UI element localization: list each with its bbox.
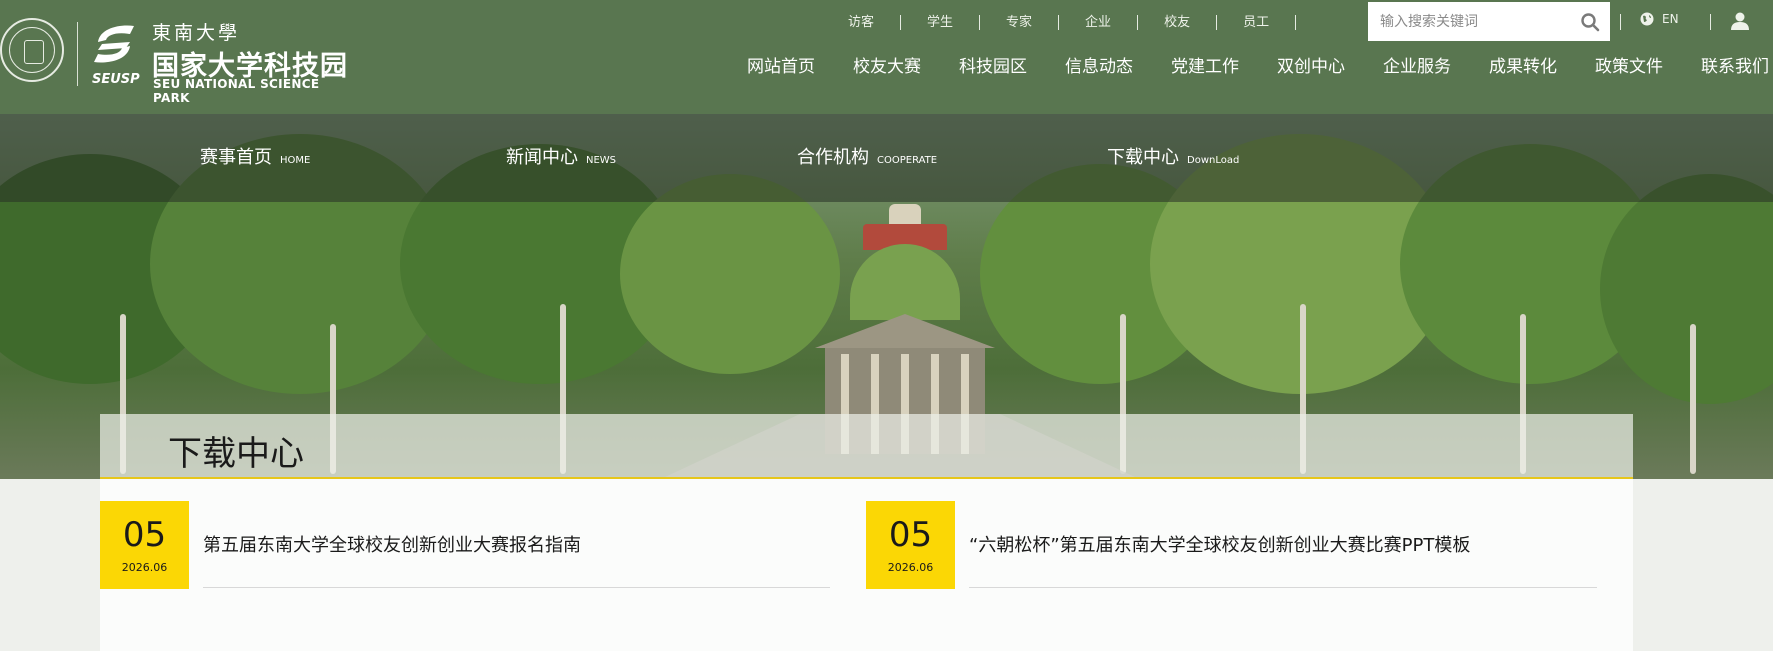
divider — [1710, 14, 1711, 30]
contest-sub-nav: 赛事首页 HOME 新闻中心 NEWS 合作机构 COOPERATE 下载中心 … — [0, 114, 1773, 202]
nav-item-home[interactable]: 网站首页 — [747, 52, 815, 77]
user-icon[interactable] — [1730, 11, 1750, 31]
nav-item-tech-transfer[interactable]: 成果转化 — [1489, 52, 1557, 77]
seusp-mark-icon — [94, 25, 134, 63]
article-title-link[interactable]: “六朝松杯”第五届东南大学全球校友创新创业大赛比赛PPT模板 — [969, 531, 1470, 557]
date-year-month: 2026.06 — [121, 561, 168, 574]
divider — [969, 587, 1597, 588]
sub-nav-label-en: DownLoad — [1187, 155, 1240, 166]
divider — [1620, 14, 1621, 30]
utility-link-student[interactable]: 学生 — [901, 14, 981, 30]
date-day: 05 — [888, 515, 933, 555]
sub-nav-download[interactable]: 下载中心 DownLoad — [1107, 143, 1239, 169]
language-label: EN — [1662, 12, 1679, 26]
site-logo[interactable]: SEUSP 東南大學 国家大学科技园 SEU NATIONAL SCIENCE … — [0, 14, 360, 105]
site-header: SEUSP 東南大學 国家大学科技园 SEU NATIONAL SCIENCE … — [0, 0, 1773, 114]
date-badge: 05 2026.06 — [866, 501, 955, 589]
nav-item-alumni-contest[interactable]: 校友大赛 — [853, 52, 921, 77]
main-nav: 网站首页 校友大赛 科技园区 信息动态 党建工作 双创中心 企业服务 成果转化 … — [709, 52, 1769, 77]
nav-item-science-park[interactable]: 科技园区 — [959, 52, 1027, 77]
list-item[interactable]: 05 2026.06 第五届东南大学全球校友创新创业大赛报名指南 — [100, 501, 830, 589]
sub-nav-label-en: NEWS — [586, 155, 617, 166]
page-title-bar: 下载中心 — [100, 414, 1633, 479]
nav-item-policy-docs[interactable]: 政策文件 — [1595, 52, 1663, 77]
nav-item-party-work[interactable]: 党建工作 — [1171, 52, 1239, 77]
sub-nav-label: 赛事首页 — [200, 147, 272, 168]
language-switch[interactable]: EN — [1640, 12, 1679, 26]
utility-links: 访客 学生 专家 企业 校友 员工 — [818, 14, 1297, 30]
park-name-en: SEU NATIONAL SCIENCE PARK — [153, 77, 320, 105]
download-list: 05 2026.06 第五届东南大学全球校友创新创业大赛报名指南 05 2026… — [100, 479, 1633, 651]
nav-item-news[interactable]: 信息动态 — [1065, 52, 1133, 77]
article-title-link[interactable]: 第五届东南大学全球校友创新创业大赛报名指南 — [203, 531, 581, 557]
utility-link-visitor[interactable]: 访客 — [818, 14, 902, 30]
list-item[interactable]: 05 2026.06 “六朝松杯”第五届东南大学全球校友创新创业大赛比赛PPT模… — [866, 501, 1597, 589]
nav-item-contact[interactable]: 联系我们 — [1701, 52, 1769, 77]
nav-item-innovation-center[interactable]: 双创中心 — [1277, 52, 1345, 77]
divider — [203, 587, 830, 588]
utility-link-enterprise[interactable]: 企业 — [1059, 14, 1139, 30]
seusp-label: SEUSP — [92, 72, 140, 87]
nav-item-enterprise-services[interactable]: 企业服务 — [1383, 52, 1451, 77]
utility-link-expert[interactable]: 专家 — [980, 14, 1060, 30]
sub-nav-home[interactable]: 赛事首页 HOME — [200, 143, 310, 169]
sub-nav-cooperate[interactable]: 合作机构 COOPERATE — [797, 143, 937, 169]
university-seal-icon — [0, 18, 64, 82]
date-year-month: 2026.06 — [887, 561, 934, 574]
sub-nav-label: 合作机构 — [797, 147, 869, 168]
logo-divider — [77, 22, 78, 86]
school-name: 東南大學 — [152, 22, 241, 44]
banner-trunk — [1690, 324, 1696, 474]
sub-nav-label-en: COOPERATE — [877, 155, 938, 166]
sub-nav-label-en: HOME — [280, 155, 311, 166]
search-box — [1368, 2, 1610, 41]
search-input[interactable] — [1380, 10, 1570, 34]
page-title: 下载中心 — [168, 434, 304, 474]
sub-nav-label: 下载中心 — [1107, 147, 1179, 168]
date-day: 05 — [122, 515, 167, 555]
sub-nav-news[interactable]: 新闻中心 NEWS — [506, 143, 616, 169]
sub-nav-label: 新闻中心 — [506, 147, 578, 168]
search-icon[interactable] — [1580, 12, 1600, 32]
globe-icon — [1640, 12, 1654, 26]
campus-banner: 赛事首页 HOME 新闻中心 NEWS 合作机构 COOPERATE 下载中心 … — [0, 114, 1773, 479]
utility-link-staff[interactable]: 员工 — [1217, 14, 1297, 30]
utility-link-alumni[interactable]: 校友 — [1138, 14, 1218, 30]
date-badge: 05 2026.06 — [100, 501, 189, 589]
